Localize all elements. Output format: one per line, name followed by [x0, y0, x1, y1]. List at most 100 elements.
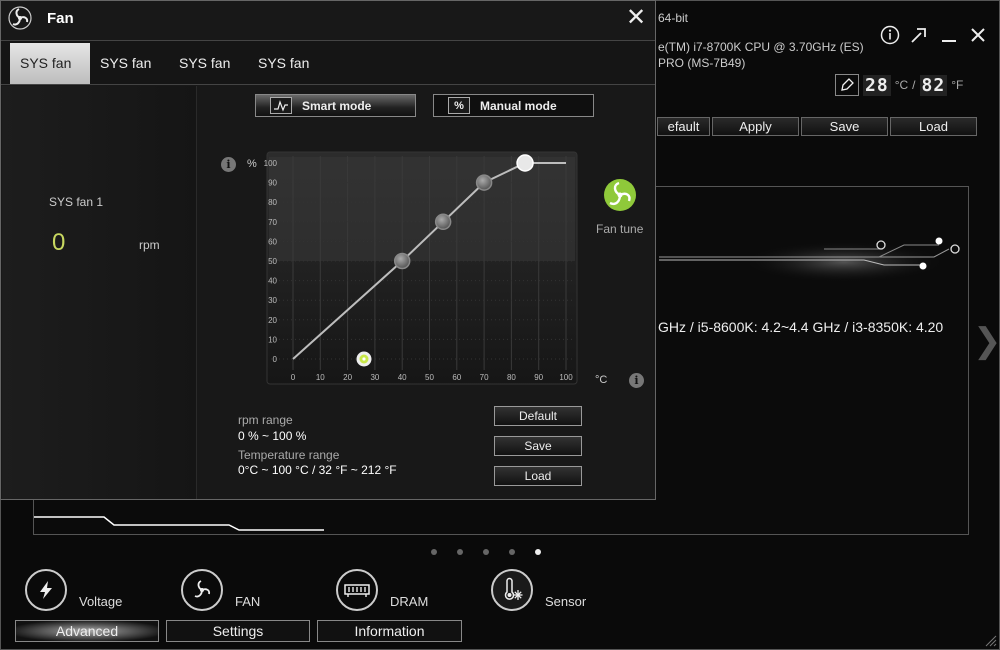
temperature-range-value: 0°C ~ 100 °C / 32 °F ~ 212 °F: [238, 463, 397, 477]
board-info: PRO (MS-7B49): [658, 56, 746, 70]
y-tick-label: 90: [268, 179, 277, 188]
apply-button[interactable]: Apply: [712, 117, 799, 136]
smart-mode-button[interactable]: Smart mode: [255, 94, 416, 117]
tab-sys-fan-3[interactable]: SYS fan 3: [169, 43, 248, 112]
fan-tune-label: Fan tune: [596, 222, 644, 236]
y-tick-label: 10: [268, 335, 277, 344]
fan-name-label: SYS fan 1: [49, 195, 104, 209]
x-tick-label: 100: [559, 373, 573, 382]
thermometer-icon[interactable]: [835, 74, 859, 96]
curve-control-point[interactable]: [434, 213, 452, 231]
tab-information[interactable]: Information: [317, 620, 462, 642]
info-icon[interactable]: i: [629, 373, 644, 388]
load-button[interactable]: Load: [494, 466, 582, 486]
close-icon[interactable]: [966, 25, 990, 49]
y-tick-label: 100: [264, 159, 278, 168]
nav-voltage[interactable]: Voltage: [25, 569, 122, 611]
minimize-icon[interactable]: [937, 25, 961, 49]
highlight-band: [269, 157, 575, 261]
fan-dialog: Fan ✕ SYS fan 1 SYS fan 2 SYS fan 3 SYS …: [0, 0, 656, 500]
rpm-unit-label: rpm: [139, 238, 160, 252]
lightning-icon: [25, 569, 67, 611]
tab-sys-fan-2[interactable]: SYS fan 2: [90, 43, 169, 112]
info-icon[interactable]: [878, 25, 902, 49]
current-temperature-marker: [356, 351, 372, 367]
nav-fan[interactable]: FAN: [181, 569, 260, 611]
chevron-right-icon[interactable]: ❯: [973, 321, 1000, 361]
y-tick-label: 60: [268, 237, 277, 246]
temperature-readout: 28 °C / 82 °F: [835, 74, 963, 96]
thermometer-icon: [491, 569, 533, 611]
fan-curve-chart[interactable]: 0 10 20 30 40 50 60 70 80 90 100 0 10 20 30 40 50 60 70 80 9…: [263, 148, 579, 386]
rpm-range-label: rpm range: [238, 413, 293, 427]
x-tick-label: 20: [343, 373, 352, 382]
resize-grip-icon[interactable]: [983, 633, 997, 647]
current-marker-center: [362, 357, 366, 361]
page-dot[interactable]: [431, 549, 437, 555]
x-tick-label: 40: [398, 373, 407, 382]
rpm-range-value: 0 % ~ 100 %: [238, 429, 307, 443]
nav-sensor-label: Sensor: [545, 594, 587, 609]
os-info: 64-bit: [658, 11, 689, 25]
page-dot[interactable]: [509, 549, 515, 555]
fan-icon: [181, 569, 223, 611]
y-tick-label: 0: [273, 355, 278, 364]
nav-sensor[interactable]: Sensor: [491, 569, 586, 611]
page-indicator: [431, 549, 541, 555]
cpu-frequency-text: GHz / i5-8600K: 4.2~4.4 GHz / i3-8350K: …: [658, 319, 944, 335]
percent-icon: %: [448, 97, 470, 114]
tab-advanced[interactable]: Advanced: [15, 620, 159, 642]
x-tick-label: 70: [480, 373, 489, 382]
y-tick-label: 20: [268, 316, 277, 325]
page-dot[interactable]: [483, 549, 489, 555]
save-button[interactable]: Save: [494, 436, 582, 456]
y-tick-label: 30: [268, 296, 277, 305]
load-button[interactable]: Load: [890, 117, 977, 136]
fan-tune-icon: [603, 179, 636, 211]
y-tick-label: 50: [268, 257, 277, 266]
curve-control-point[interactable]: [475, 174, 493, 191]
percent-axis-unit: %: [247, 158, 257, 170]
temp-celsius: 28: [863, 74, 891, 96]
cpu-info: e(TM) i7-8700K CPU @ 3.70GHz (ES): [658, 40, 864, 54]
fahrenheit-unit: °F: [951, 78, 964, 92]
x-tick-label: 50: [425, 373, 434, 382]
y-tick-label: 80: [268, 198, 277, 207]
tab-settings[interactable]: Settings: [166, 620, 310, 642]
dram-icon: [336, 569, 378, 611]
x-tick-label: 0: [291, 373, 296, 382]
nav-voltage-label: Voltage: [79, 594, 123, 609]
fan-icon: [8, 6, 32, 30]
temperature-range-label: Temperature range: [238, 448, 340, 462]
curve-control-point[interactable]: [393, 252, 411, 270]
page-dot[interactable]: [457, 549, 463, 555]
curve-icon: [270, 97, 292, 114]
celsius-axis-unit: °C: [595, 374, 608, 386]
nav-dram[interactable]: DRAM: [336, 569, 428, 611]
x-tick-label: 80: [507, 373, 516, 382]
manual-mode-label: Manual mode: [480, 98, 557, 113]
info-icon[interactable]: i: [221, 157, 236, 172]
curve-control-point[interactable]: [516, 154, 534, 172]
temp-fahrenheit: 82: [919, 74, 948, 96]
x-tick-label: 90: [534, 373, 543, 382]
dialog-title: Fan: [47, 10, 74, 27]
restore-icon[interactable]: [907, 25, 931, 49]
default-button[interactable]: efault: [657, 117, 710, 136]
page-dot-active[interactable]: [535, 549, 541, 555]
y-tick-label: 70: [268, 218, 277, 227]
fan-tune-button[interactable]: Fan tune: [596, 177, 643, 236]
save-button[interactable]: Save: [801, 117, 888, 136]
fan-rpm-value: 0: [52, 229, 66, 256]
y-tick-label: 40: [268, 277, 277, 286]
nav-dram-label: DRAM: [390, 594, 429, 609]
fan-status-panel: SYS fan 1 0 rpm: [2, 86, 197, 499]
tab-sys-fan-4[interactable]: SYS fan 4: [248, 43, 327, 112]
tab-sys-fan-1[interactable]: SYS fan 1: [10, 43, 90, 112]
fan-tab-bar: SYS fan 1 SYS fan 2 SYS fan 3 SYS fan 4: [1, 40, 655, 112]
default-button[interactable]: Default: [494, 406, 582, 426]
close-icon[interactable]: ✕: [623, 5, 649, 31]
manual-mode-button[interactable]: % Manual mode: [433, 94, 594, 117]
nav-fan-label: FAN: [235, 594, 261, 609]
x-tick-label: 10: [316, 373, 325, 382]
